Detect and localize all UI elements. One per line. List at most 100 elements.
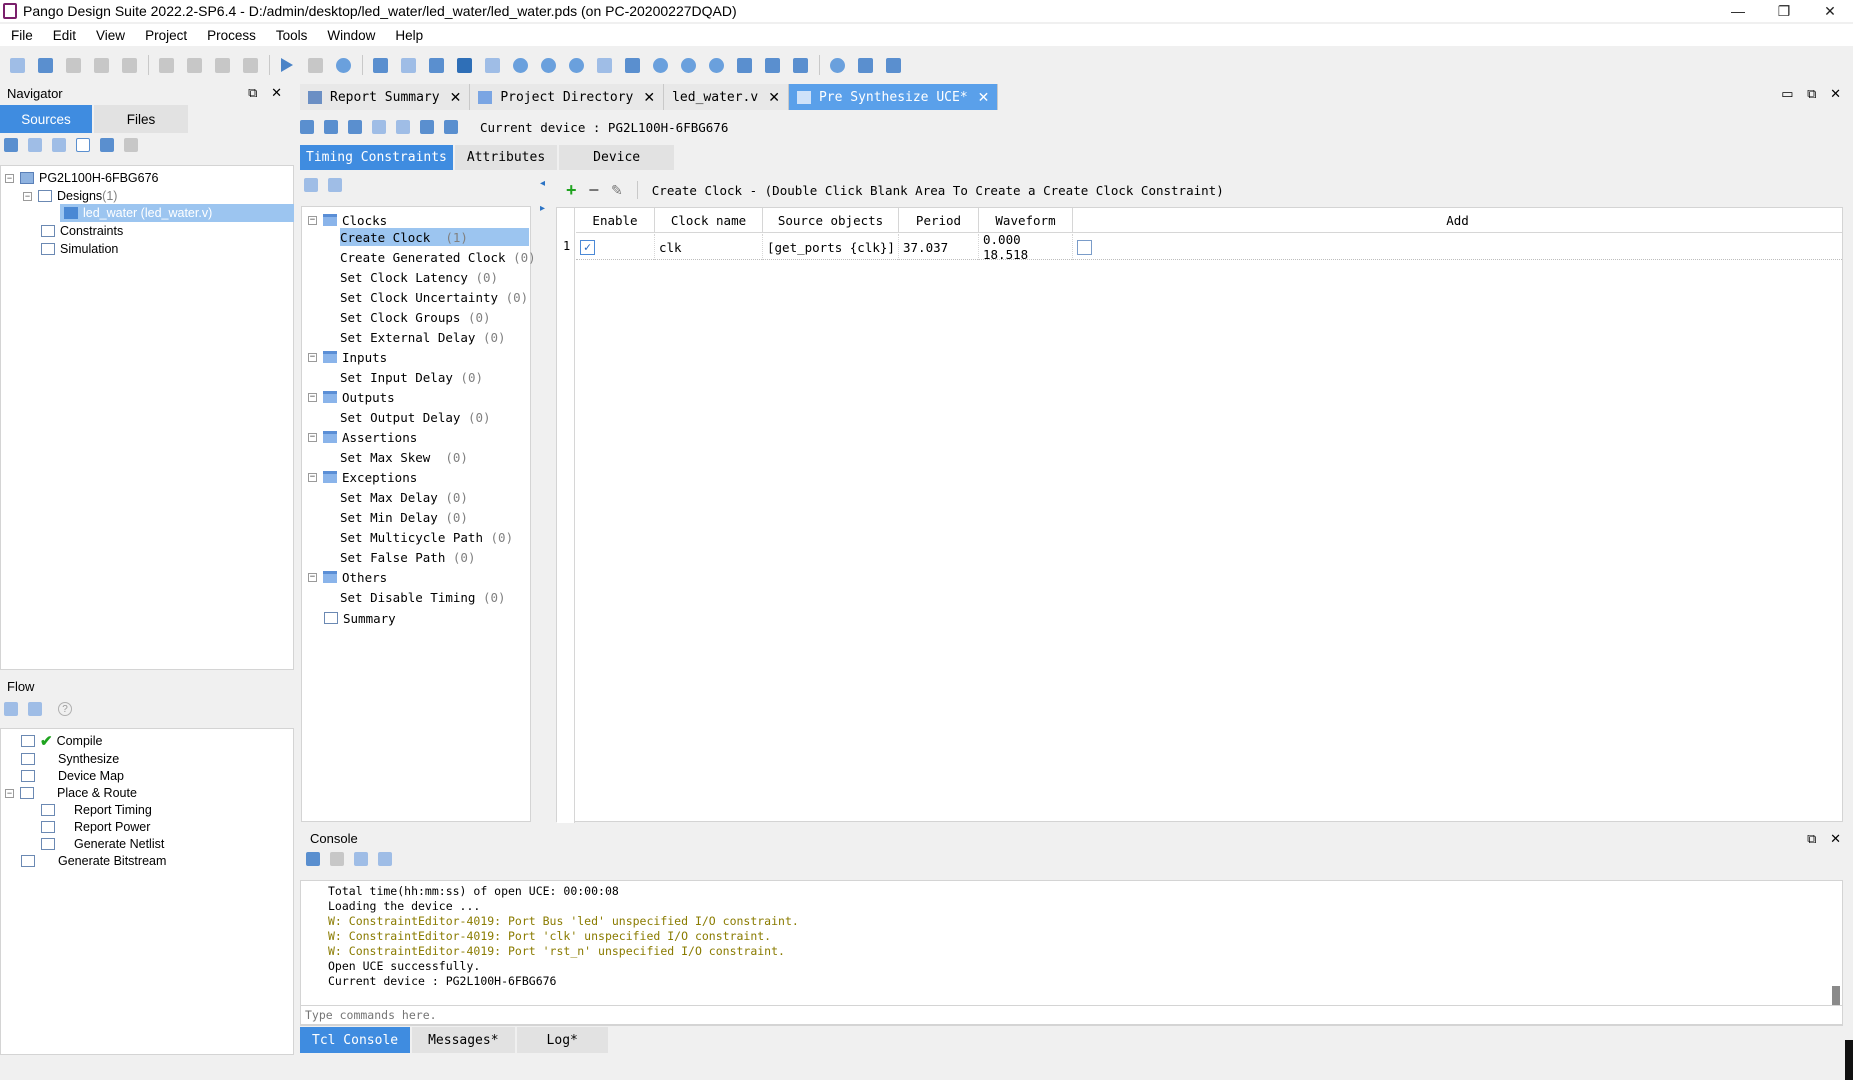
paste-icon[interactable] bbox=[213, 56, 231, 74]
refresh-icon[interactable] bbox=[511, 56, 529, 74]
project-folder-icon[interactable] bbox=[884, 56, 902, 74]
cell-period[interactable]: 37.037 bbox=[899, 234, 979, 260]
flow-step-generate-netlist[interactable]: Generate Netlist bbox=[41, 835, 164, 853]
tab-pre-synthesize-uce[interactable]: Pre Synthesize UCE* ✕ bbox=[788, 84, 999, 110]
close-tab-icon[interactable]: ✕ bbox=[768, 89, 780, 106]
flow-step-generate-bitstream[interactable]: Generate Bitstream bbox=[21, 852, 166, 870]
tab-sources[interactable]: Sources bbox=[0, 105, 92, 133]
expand-all-icon[interactable] bbox=[4, 702, 18, 716]
expand-all-icon[interactable] bbox=[354, 852, 368, 866]
tree-item-create-generated-clock[interactable]: Create Generated Clock (0) bbox=[340, 248, 536, 266]
tree-item-set-clock-groups[interactable]: Set Clock Groups (0) bbox=[340, 308, 491, 326]
close-tab-icon[interactable]: ✕ bbox=[978, 89, 990, 106]
expand-all-icon[interactable] bbox=[304, 178, 318, 192]
flow-step-report-timing[interactable]: Report Timing bbox=[41, 801, 152, 819]
tree-item-simulation[interactable]: Simulation bbox=[41, 240, 118, 258]
add-source-icon[interactable] bbox=[100, 138, 114, 152]
tree-item-set-multicycle-path[interactable]: Set Multicycle Path (0) bbox=[340, 528, 513, 546]
close-button[interactable]: ✕ bbox=[1807, 0, 1853, 22]
settings-gear-icon[interactable] bbox=[334, 56, 352, 74]
tree-group-outputs[interactable]: − Outputs bbox=[308, 388, 395, 406]
save-icon[interactable] bbox=[64, 56, 82, 74]
save-icon[interactable] bbox=[420, 120, 434, 134]
search-icon[interactable] bbox=[4, 138, 18, 152]
collapse-icon[interactable]: − bbox=[23, 191, 32, 201]
col-period[interactable]: Period bbox=[899, 208, 979, 233]
tree-item-set-clock-latency[interactable]: Set Clock Latency (0) bbox=[340, 268, 498, 286]
download-icon[interactable] bbox=[679, 56, 697, 74]
floorplan-icon[interactable] bbox=[595, 56, 613, 74]
tree-item-set-external-delay[interactable]: Set External Delay (0) bbox=[340, 328, 506, 346]
logo-k-icon[interactable] bbox=[856, 56, 874, 74]
pin-icon[interactable] bbox=[372, 120, 386, 134]
tree-group-assertions[interactable]: − Assertions bbox=[308, 428, 417, 446]
tab-timing-constraints[interactable]: Timing Constraints bbox=[300, 145, 453, 170]
ip-catalog-icon[interactable] bbox=[76, 138, 90, 152]
menu-tools[interactable]: Tools bbox=[265, 28, 317, 43]
collapse-all-icon[interactable] bbox=[52, 138, 66, 152]
tree-item-summary[interactable]: Summary bbox=[324, 609, 396, 627]
collapse-all-icon[interactable] bbox=[378, 852, 392, 866]
port-icon[interactable] bbox=[348, 120, 362, 134]
tree-item-set-disable-timing[interactable]: Set Disable Timing (0) bbox=[340, 588, 506, 606]
minimize-button[interactable]: — bbox=[1715, 0, 1761, 22]
tab-log[interactable]: Log* bbox=[516, 1027, 608, 1053]
tab-files[interactable]: Files bbox=[94, 105, 188, 133]
timing-icon[interactable] bbox=[539, 56, 557, 74]
table-row[interactable]: ✓ clk [get_ports {clk}] 37.037 0.000 18.… bbox=[576, 232, 1842, 262]
open-folder-icon[interactable] bbox=[36, 56, 54, 74]
menu-edit[interactable]: Edit bbox=[42, 28, 85, 43]
flow-step-place-route[interactable]: − Place & Route bbox=[5, 784, 137, 802]
col-clock-name[interactable]: Clock name bbox=[655, 208, 763, 233]
tree-item-constraints[interactable]: Constraints bbox=[41, 222, 123, 240]
collapse-all-icon[interactable] bbox=[28, 702, 42, 716]
collapse-all-icon[interactable] bbox=[328, 178, 342, 192]
copy-icon[interactable] bbox=[185, 56, 203, 74]
tab-report-summary[interactable]: Report Summary ✕ bbox=[300, 84, 471, 110]
menu-window[interactable]: Window bbox=[316, 28, 384, 43]
expand-all-icon[interactable] bbox=[28, 138, 42, 152]
tab-project-directory[interactable]: Project Directory ✕ bbox=[470, 84, 665, 110]
tab-tcl-console[interactable]: Tcl Console bbox=[300, 1027, 411, 1053]
menu-project[interactable]: Project bbox=[134, 28, 196, 43]
tree-group-others[interactable]: − Others bbox=[308, 568, 387, 586]
flow-step-synthesize[interactable]: Synthesize bbox=[21, 750, 119, 768]
tree-item-set-input-delay[interactable]: Set Input Delay (0) bbox=[340, 368, 483, 386]
edit-constraints-icon[interactable] bbox=[371, 56, 389, 74]
collapse-left-icon[interactable]: ◂ bbox=[540, 178, 545, 189]
ip-icon[interactable] bbox=[707, 56, 725, 74]
tab-attributes[interactable]: Attributes bbox=[454, 145, 558, 170]
tree-item-set-max-skew[interactable]: Set Max Skew (0) bbox=[340, 448, 468, 466]
edit-pencil-icon[interactable]: ✎ bbox=[611, 182, 623, 199]
search-icon[interactable] bbox=[306, 852, 320, 866]
tree-item-set-output-delay[interactable]: Set Output Delay (0) bbox=[340, 408, 491, 426]
clock-icon[interactable] bbox=[567, 56, 585, 74]
warning-icon[interactable] bbox=[124, 138, 138, 152]
save-as-icon[interactable] bbox=[92, 56, 110, 74]
float-panel-icon[interactable]: ⧉ bbox=[1807, 86, 1816, 101]
cell-clock-name[interactable]: clk bbox=[655, 234, 763, 260]
console-scrollbar[interactable] bbox=[1832, 884, 1840, 1020]
collapse-icon[interactable]: − bbox=[5, 173, 14, 183]
add-checkbox[interactable] bbox=[1077, 239, 1092, 255]
tree-item-set-clock-uncertainty[interactable]: Set Clock Uncertainty (0) bbox=[340, 288, 528, 306]
col-enable[interactable]: Enable bbox=[576, 208, 655, 233]
add-constraint-icon[interactable]: + bbox=[566, 180, 577, 201]
collapse-icon[interactable]: − bbox=[5, 788, 14, 798]
tree-item-create-clock[interactable]: Create Clock (1) bbox=[340, 228, 529, 246]
schematic-icon[interactable] bbox=[399, 56, 417, 74]
command-input[interactable] bbox=[300, 1005, 1843, 1025]
col-add[interactable]: Add bbox=[1073, 208, 1842, 233]
check-constraints-icon[interactable] bbox=[444, 120, 458, 134]
chip-icon[interactable] bbox=[623, 56, 641, 74]
tree-group-inputs[interactable]: − Inputs bbox=[308, 348, 387, 366]
tree-item-set-max-delay[interactable]: Set Max Delay (0) bbox=[340, 488, 468, 506]
menu-file[interactable]: File bbox=[0, 28, 42, 43]
waveform-icon[interactable] bbox=[735, 56, 753, 74]
grid-view-icon[interactable] bbox=[427, 56, 445, 74]
tree-item-set-min-delay[interactable]: Set Min Delay (0) bbox=[340, 508, 468, 526]
minimize-panel-icon[interactable]: ▭ bbox=[1781, 86, 1793, 101]
pause-icon[interactable] bbox=[306, 56, 324, 74]
cell-source-objects[interactable]: [get_ports {clk}] bbox=[763, 234, 899, 260]
net-icon[interactable] bbox=[300, 120, 314, 134]
